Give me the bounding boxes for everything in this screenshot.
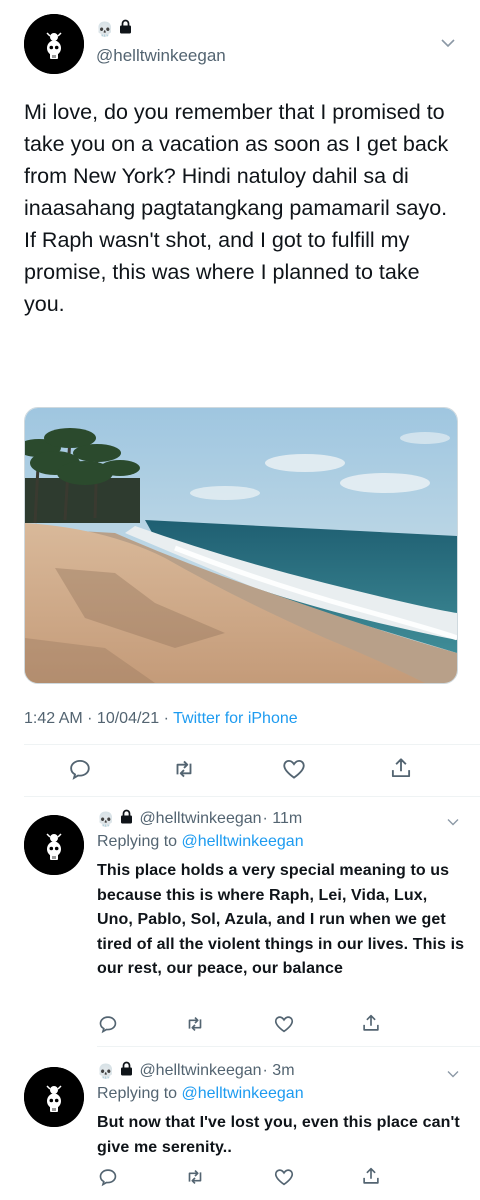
divider [24, 744, 480, 745]
reply-text: But now that I've lost you, even this pl… [97, 1114, 460, 1156]
source-link[interactable]: Twitter for iPhone [173, 710, 298, 727]
retweet-icon [188, 1169, 202, 1185]
skull-icon: 💀 [96, 21, 114, 37]
share-button[interactable] [360, 1165, 382, 1187]
tweet-text: Mi love, do you remember that I promised… [24, 100, 449, 316]
reply-header: 💀 @helltwinkeegan · 11m [97, 809, 302, 829]
skull-logo-icon [24, 815, 84, 875]
retweet-icon [176, 760, 192, 778]
like-button[interactable] [273, 1166, 295, 1188]
divider [97, 1046, 480, 1047]
handle[interactable]: @helltwinkeegan [96, 46, 226, 66]
replying-to-handle[interactable]: @helltwinkeegan [182, 833, 304, 850]
like-button[interactable] [273, 1013, 295, 1035]
reply-text: This place holds a very special meaning … [97, 862, 465, 977]
beach-photo-image [25, 408, 457, 683]
reply-button[interactable] [97, 1013, 119, 1035]
lock-icon [120, 809, 133, 829]
like-icon [274, 1169, 294, 1186]
reply-age: · 11m [262, 810, 303, 827]
like-icon [283, 759, 305, 779]
timestamp: 1:42 AM · 10/04/21 · [24, 710, 174, 727]
reply-header: 💀 @helltwinkeegan · 3m [97, 1061, 295, 1081]
tweet-meta: 1:42 AM · 10/04/21 · Twitter for iPhone [24, 710, 298, 728]
chevron-down-icon[interactable] [440, 36, 456, 48]
replying-to-label: Replying to [97, 833, 182, 850]
retweet-icon [188, 1016, 202, 1032]
skull-logo-icon [24, 1067, 84, 1127]
lock-icon [120, 1061, 133, 1081]
replying-to-handle[interactable]: @helltwinkeegan [182, 1085, 304, 1102]
share-icon [391, 758, 411, 778]
avatar[interactable] [24, 14, 84, 74]
tweet-photo[interactable] [24, 407, 458, 684]
reply-icon [70, 759, 90, 780]
replying-to: Replying to @helltwinkeegan [97, 833, 304, 851]
avatar[interactable] [24, 815, 84, 875]
reply-age: · 3m [262, 1062, 295, 1079]
name-row: 💀 [96, 19, 132, 39]
skull-logo-icon [24, 14, 84, 74]
like-button[interactable] [281, 756, 307, 782]
share-icon [363, 1014, 379, 1031]
share-icon [363, 1167, 379, 1184]
reply-icon [99, 1169, 117, 1187]
retweet-button[interactable] [184, 1013, 206, 1035]
share-button[interactable] [388, 755, 414, 781]
replying-to: Replying to @helltwinkeegan [97, 1085, 304, 1103]
chevron-down-icon[interactable] [446, 814, 460, 826]
handle[interactable]: @helltwinkeegan [139, 1062, 261, 1080]
chevron-down-icon[interactable] [446, 1066, 460, 1078]
avatar[interactable] [24, 1067, 84, 1127]
reply-button[interactable] [67, 756, 93, 782]
replying-to-label: Replying to [97, 1085, 182, 1102]
divider [24, 796, 480, 797]
share-button[interactable] [360, 1012, 382, 1034]
reply-button[interactable] [97, 1166, 119, 1188]
handle[interactable]: @helltwinkeegan [139, 810, 261, 828]
like-icon [274, 1016, 294, 1033]
retweet-button[interactable] [184, 1166, 206, 1188]
reply-icon [99, 1016, 117, 1034]
skull-icon: 💀 [97, 1063, 115, 1079]
skull-icon: 💀 [97, 811, 115, 827]
lock-icon [119, 19, 132, 39]
retweet-button[interactable] [171, 756, 197, 782]
